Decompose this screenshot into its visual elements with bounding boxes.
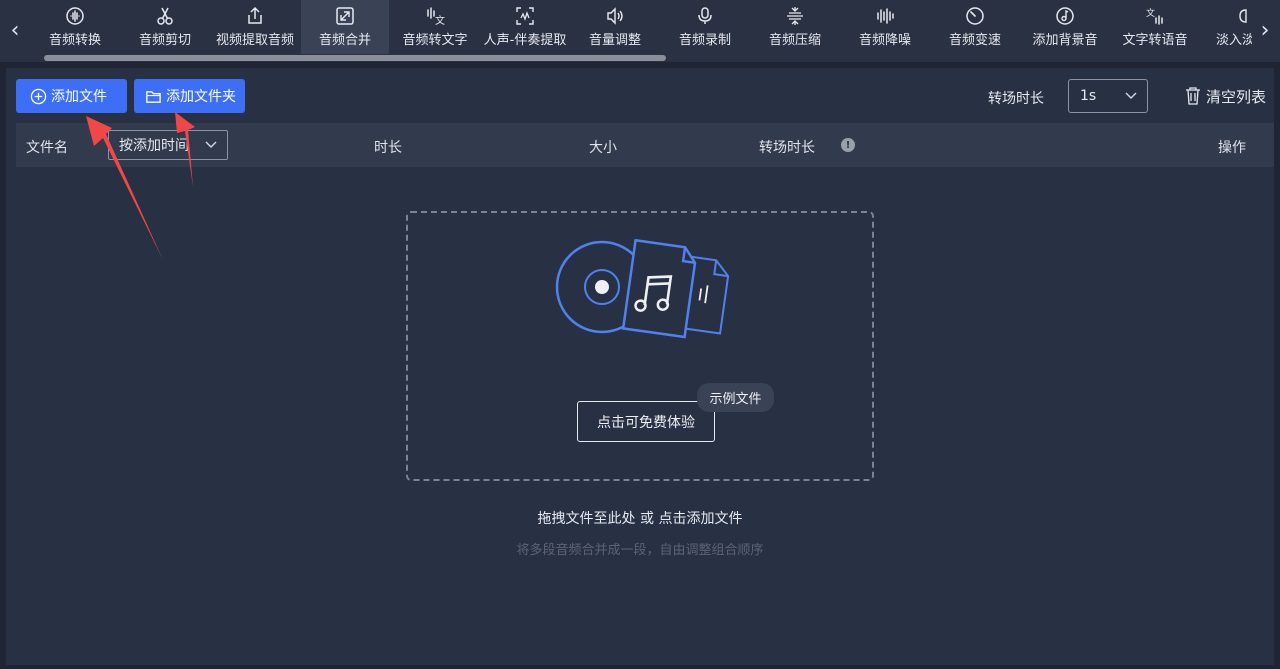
toolbar-scrollbar[interactable]	[44, 55, 666, 61]
column-filename: 文件名	[26, 140, 68, 156]
tool-label: 音频转文字	[402, 33, 468, 48]
tool-audio-cut[interactable]: 音频剪切	[120, 0, 210, 54]
speed-icon	[965, 6, 985, 26]
tool-audio-denoise[interactable]: 音频降噪	[840, 0, 930, 54]
tool-audio-convert[interactable]: 音频转换	[30, 0, 120, 54]
svg-text:文: 文	[1146, 7, 1155, 19]
tool-label: 音频转换	[48, 33, 101, 48]
merge-panel: 添加文件 添加文件夹 转场时长 1s 清空列表 文件名 按添加时间 时长 大小 …	[6, 68, 1274, 665]
speech-to-text-icon: 文	[425, 6, 445, 26]
tool-label: 音量调整	[588, 33, 641, 48]
tool-label: 音频剪切	[138, 33, 191, 48]
column-actions: 操作	[1218, 140, 1246, 156]
svg-text:文: 文	[435, 14, 445, 26]
scroll-right-arrow-icon[interactable]: ›	[1252, 12, 1278, 48]
add-folder-button[interactable]: 添加文件夹	[134, 79, 245, 113]
microphone-icon	[695, 6, 715, 26]
trash-icon	[1185, 87, 1203, 105]
tool-video-extract[interactable]: 视频提取音频	[210, 0, 300, 54]
tool-vocal-extract[interactable]: 人声-伴奏提取	[480, 0, 570, 54]
transition-duration-value: 1s	[1080, 88, 1097, 104]
tool-label: 音频录制	[678, 33, 731, 48]
tool-strip: 音频转换 音频剪切 视频提取音频 音频合并 文 音频转文字 人声-伴奏提取 音量…	[30, 0, 1252, 54]
sort-order-select[interactable]: 按添加时间	[108, 130, 228, 160]
info-icon[interactable]: !	[841, 138, 855, 152]
plus-circle-icon	[29, 87, 47, 105]
tool-label: 淡入淡	[1216, 33, 1252, 48]
clear-list-button[interactable]: 清空列表	[1185, 85, 1266, 107]
merge-icon	[335, 6, 355, 26]
tool-audio-speed[interactable]: 音频变速	[930, 0, 1020, 54]
audio-wave-icon	[65, 6, 85, 26]
tool-label: 文字转语音	[1122, 33, 1188, 48]
tool-label: 添加背景音	[1032, 33, 1098, 48]
fade-icon	[1236, 6, 1252, 26]
sort-order-value: 按添加时间	[119, 138, 189, 154]
drop-hint-text: 拖拽文件至此处 或 点击添加文件	[537, 511, 743, 527]
drop-subhint-text: 将多段音频合并成一段，自由调整组合顺序	[516, 543, 764, 558]
chevron-down-icon	[201, 138, 217, 156]
tool-volume-adjust[interactable]: 音量调整	[570, 0, 660, 54]
tool-fade[interactable]: 淡入淡	[1200, 0, 1252, 54]
text-to-speech-icon: 文	[1145, 6, 1165, 26]
scissors-icon	[155, 6, 175, 26]
file-drop-zone[interactable]: 点击可免费体验 示例文件	[406, 211, 874, 481]
audio-files-illustration-icon	[555, 239, 730, 339]
column-size: 大小	[589, 140, 617, 156]
tool-speech-to-text[interactable]: 文 音频转文字	[390, 0, 480, 54]
denoise-icon	[875, 6, 895, 26]
tool-label: 音频变速	[948, 33, 1001, 48]
tool-audio-merge[interactable]: 音频合并	[301, 0, 389, 54]
tool-audio-compress[interactable]: 音频压缩	[750, 0, 840, 54]
tool-text-to-speech[interactable]: 文 文字转语音	[1110, 0, 1200, 54]
tool-add-background-music[interactable]: 添加背景音	[1020, 0, 1110, 54]
vocal-extract-icon	[515, 6, 535, 26]
add-folder-label: 添加文件夹	[166, 89, 236, 105]
column-duration: 时长	[374, 140, 402, 156]
compress-icon	[785, 6, 805, 26]
free-trial-button[interactable]: 点击可免费体验	[577, 401, 715, 442]
tool-label: 音频降噪	[858, 33, 911, 48]
add-file-button[interactable]: 添加文件	[16, 79, 127, 113]
file-table-header: 文件名 按添加时间 时长 大小 转场时长 ! 操作	[16, 123, 1274, 167]
transition-duration-select[interactable]: 1s	[1068, 79, 1148, 113]
add-file-label: 添加文件	[51, 89, 107, 105]
volume-icon	[605, 6, 625, 26]
column-transition: 转场时长	[759, 140, 815, 156]
tool-label: 视频提取音频	[215, 33, 294, 48]
folder-icon	[144, 87, 162, 105]
tool-label: 音频合并	[318, 33, 371, 48]
export-icon	[245, 6, 265, 26]
tool-label: 人声-伴奏提取	[483, 33, 567, 48]
top-toolbar: ‹ 音频转换 音频剪切 视频提取音频 音频合并 文 音频转文字 人声-伴奏提取 …	[0, 0, 1280, 62]
clear-list-label: 清空列表	[1206, 87, 1267, 106]
scroll-left-arrow-icon[interactable]: ‹	[2, 12, 28, 48]
tool-label: 音频压缩	[768, 33, 821, 48]
tool-audio-record[interactable]: 音频录制	[660, 0, 750, 54]
music-note-icon	[1055, 6, 1075, 26]
example-file-tag[interactable]: 示例文件	[697, 383, 774, 412]
chevron-down-icon	[1125, 88, 1137, 104]
transition-duration-label: 转场时长	[988, 91, 1044, 107]
